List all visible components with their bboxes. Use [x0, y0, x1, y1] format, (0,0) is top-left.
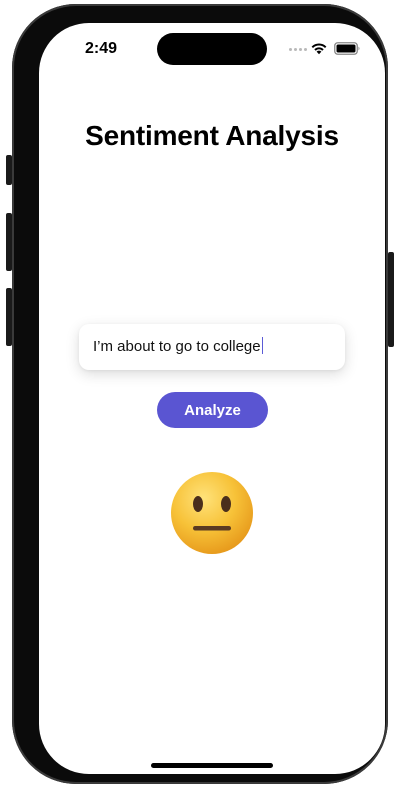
input-value: I’m about to go to college — [93, 338, 261, 355]
home-indicator[interactable] — [151, 763, 273, 768]
analyze-button[interactable]: Analyze — [157, 392, 268, 428]
neutral-face-emoji-icon — [169, 470, 255, 556]
sentiment-text-field[interactable]: I’m about to go to college — [79, 324, 345, 370]
status-time: 2:49 — [85, 40, 118, 57]
power-button — [388, 252, 394, 347]
dynamic-island — [157, 33, 267, 65]
text-caret — [261, 337, 264, 354]
wifi-icon — [311, 43, 327, 55]
phone-screen: 2:49 Sentiment Analysis I’m about to go … — [39, 23, 385, 774]
page-title: Sentiment Analysis — [85, 120, 339, 151]
phone-frame: 2:49 Sentiment Analysis I’m about to go … — [12, 4, 388, 784]
battery-icon — [334, 42, 360, 55]
stage: 2:49 Sentiment Analysis I’m about to go … — [0, 0, 400, 789]
sentiment-input-text[interactable]: I’m about to go to college — [93, 337, 264, 355]
